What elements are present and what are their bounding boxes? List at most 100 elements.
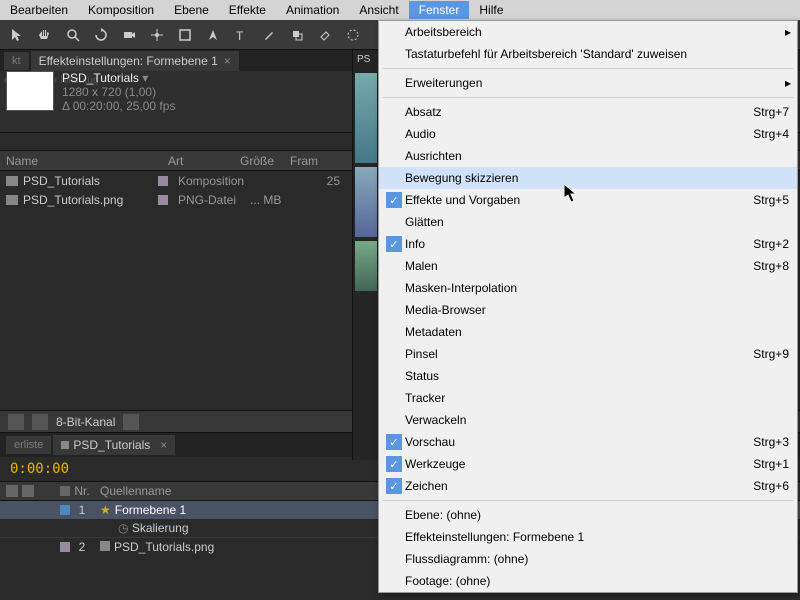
timeline-tab-renderlist[interactable]: erliste: [6, 436, 51, 454]
menu-item[interactable]: ✓WerkzeugeStrg+1: [379, 453, 797, 475]
composition-thumbnail[interactable]: [6, 71, 54, 111]
layer-name: Formebene 1: [115, 503, 186, 517]
menu-item[interactable]: ✓VorschauStrg+3: [379, 431, 797, 453]
menu-item[interactable]: AbsatzStrg+7: [379, 101, 797, 123]
eraser-tool-icon[interactable]: [316, 26, 334, 44]
menu-item[interactable]: PinselStrg+9: [379, 343, 797, 365]
hand-tool-icon[interactable]: [36, 26, 54, 44]
menu-shortcut: Strg+1: [753, 457, 789, 471]
column-size[interactable]: Größe: [240, 154, 290, 168]
camera-tool-icon[interactable]: [120, 26, 138, 44]
panel-tab-project[interactable]: kt: [4, 52, 29, 70]
label-swatch[interactable]: [60, 542, 70, 552]
menu-item-label: Erweiterungen: [405, 76, 789, 90]
menu-komposition[interactable]: Komposition: [78, 1, 164, 19]
new-comp-icon[interactable]: [32, 414, 48, 430]
menu-item-label: Metadaten: [405, 325, 789, 339]
menu-item[interactable]: ✓Effekte und VorgabenStrg+5: [379, 189, 797, 211]
menu-item-label: Info: [405, 237, 753, 251]
menu-item[interactable]: Ausrichten: [379, 145, 797, 167]
menu-item[interactable]: Ebene: (ohne): [379, 504, 797, 526]
menu-ebene[interactable]: Ebene: [164, 1, 219, 19]
label-column-icon[interactable]: [60, 486, 70, 496]
menu-shortcut: Strg+4: [753, 127, 789, 141]
row-size: ... MB: [250, 193, 300, 207]
menu-item-label: Effekte und Vorgaben: [405, 193, 753, 207]
menu-item-label: Audio: [405, 127, 753, 141]
menu-item-label: Glätten: [405, 215, 789, 229]
shape-tool-icon[interactable]: [176, 26, 194, 44]
bit-depth[interactable]: 8-Bit-Kanal: [56, 415, 115, 429]
menu-item[interactable]: Glätten: [379, 211, 797, 233]
menu-shortcut: Strg+9: [753, 347, 789, 361]
submenu-arrow-icon: ▸: [785, 76, 791, 90]
clone-tool-icon[interactable]: [288, 26, 306, 44]
menu-item[interactable]: Footage: (ohne): [379, 570, 797, 592]
menu-item[interactable]: Verwackeln: [379, 409, 797, 431]
label-swatch[interactable]: [158, 176, 168, 186]
column-type[interactable]: Art: [158, 154, 240, 168]
column-frames[interactable]: Fram: [290, 154, 330, 168]
menu-shortcut: Strg+3: [753, 435, 789, 449]
menu-item-label: Tastaturbefehl für Arbeitsbereich 'Stand…: [405, 47, 789, 61]
roto-tool-icon[interactable]: [344, 26, 362, 44]
menu-item[interactable]: Status: [379, 365, 797, 387]
menu-shortcut: Strg+5: [753, 193, 789, 207]
eye-column-icon[interactable]: [6, 485, 18, 497]
menu-item-label: Zeichen: [405, 479, 753, 493]
selection-tool-icon[interactable]: [8, 26, 26, 44]
text-tool-icon[interactable]: T: [232, 26, 250, 44]
eye-icon[interactable]: [6, 541, 18, 553]
property-name: Skalierung: [132, 521, 189, 535]
check-icon: ✓: [386, 478, 402, 494]
menu-item-label: Ausrichten: [405, 149, 789, 163]
menu-ansicht[interactable]: Ansicht: [349, 1, 408, 19]
panel-tab-effects[interactable]: Effekteinstellungen: Formebene 1×: [31, 51, 239, 71]
eye-icon[interactable]: [6, 504, 18, 516]
comp-icon: [6, 176, 18, 186]
menu-item[interactable]: Arbeitsbereich▸: [379, 21, 797, 43]
menu-fenster[interactable]: Fenster: [409, 1, 470, 19]
folder-icon[interactable]: [8, 414, 24, 430]
timeline-tab-comp[interactable]: PSD_Tutorials×: [53, 435, 175, 455]
menu-effekte[interactable]: Effekte: [219, 1, 276, 19]
menu-item-label: Flussdiagramm: (ohne): [405, 552, 789, 566]
stopwatch-icon[interactable]: ◷: [118, 521, 128, 535]
zoom-tool-icon[interactable]: [64, 26, 82, 44]
column-nr[interactable]: Nr.: [70, 484, 94, 498]
anchor-tool-icon[interactable]: [148, 26, 166, 44]
menu-item[interactable]: AudioStrg+4: [379, 123, 797, 145]
menu-item[interactable]: Media-Browser: [379, 299, 797, 321]
menu-item[interactable]: Effekteinstellungen: Formebene 1: [379, 526, 797, 548]
file-icon: [6, 195, 18, 205]
dropdown-arrow-icon[interactable]: ▾: [142, 71, 148, 85]
menu-item[interactable]: Flussdiagramm: (ohne): [379, 548, 797, 570]
close-icon[interactable]: ×: [224, 54, 231, 68]
menu-item-label: Pinsel: [405, 347, 753, 361]
rotate-tool-icon[interactable]: [92, 26, 110, 44]
menu-bearbeiten[interactable]: Bearbeiten: [0, 1, 78, 19]
menu-item[interactable]: Bewegung skizzieren: [379, 167, 797, 189]
close-icon[interactable]: ×: [160, 438, 167, 452]
menu-item-label: Vorschau: [405, 435, 753, 449]
column-name[interactable]: Name: [6, 154, 38, 168]
menu-item[interactable]: ✓InfoStrg+2: [379, 233, 797, 255]
project-name: PSD_Tutorials: [62, 71, 139, 85]
label-swatch[interactable]: [60, 505, 70, 515]
menu-item[interactable]: ✓ZeichenStrg+6: [379, 475, 797, 497]
menu-hilfe[interactable]: Hilfe: [469, 1, 513, 19]
comp-tab-label[interactable]: PS: [353, 50, 378, 69]
menu-item[interactable]: MalenStrg+8: [379, 255, 797, 277]
label-swatch[interactable]: [158, 195, 168, 205]
pen-tool-icon[interactable]: [204, 26, 222, 44]
menu-item[interactable]: Masken-Interpolation: [379, 277, 797, 299]
column-sourcename[interactable]: Quellenname: [94, 484, 171, 498]
menu-item[interactable]: Tracker: [379, 387, 797, 409]
menu-item[interactable]: Erweiterungen▸: [379, 72, 797, 94]
menu-item[interactable]: Tastaturbefehl für Arbeitsbereich 'Stand…: [379, 43, 797, 65]
trash-icon[interactable]: [123, 414, 139, 430]
menu-animation[interactable]: Animation: [276, 1, 349, 19]
menu-item[interactable]: Metadaten: [379, 321, 797, 343]
lock-column-icon[interactable]: [22, 485, 34, 497]
brush-tool-icon[interactable]: [260, 26, 278, 44]
